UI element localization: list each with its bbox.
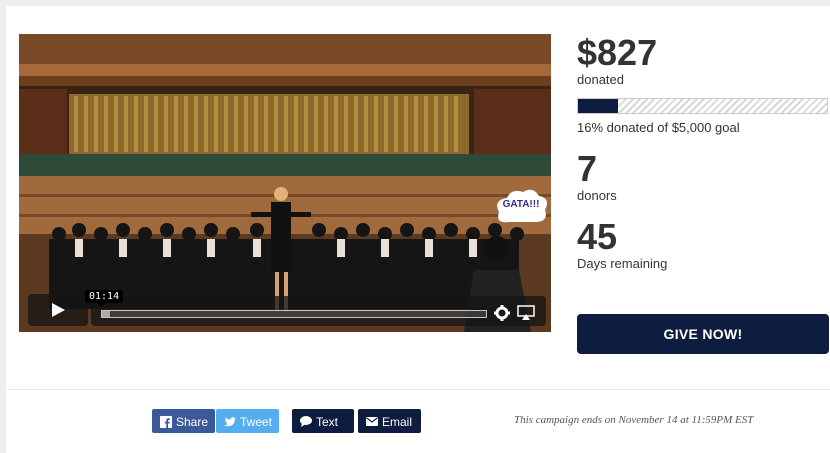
text-share-button[interactable]: Text <box>292 409 354 433</box>
facebook-share-label: Share <box>176 414 209 429</box>
sign-text: GATA!!! <box>502 199 540 210</box>
airplay-icon[interactable] <box>517 305 535 321</box>
amount-donated: $827 <box>577 32 658 73</box>
donor-count: 7 <box>577 148 598 189</box>
days-remaining-count: 45 <box>577 216 618 257</box>
scrubber-played <box>102 311 110 317</box>
days-remaining-label: Days remaining <box>577 256 668 271</box>
facebook-share-button[interactable]: Share <box>152 409 215 433</box>
video-player[interactable]: GATA!!! 01:14 <box>19 34 551 332</box>
goal-progress-bar <box>577 98 828 114</box>
play-button[interactable] <box>28 294 88 326</box>
campaign-card: GATA!!! 01:14 $827 donated 16% donated o… <box>6 6 830 453</box>
goal-text: 16% donated of $5,000 goal <box>577 120 740 135</box>
video-controls: 01:14 <box>19 290 551 332</box>
video-scrubber[interactable] <box>101 310 487 318</box>
text-share-label: Text <box>316 414 339 429</box>
facebook-icon <box>160 415 172 428</box>
email-share-button[interactable]: Email <box>358 409 421 433</box>
goal-progress-fill <box>578 99 618 113</box>
twitter-tweet-label: Tweet <box>240 414 273 429</box>
play-icon <box>52 303 65 317</box>
speech-bubble-icon <box>300 416 312 428</box>
campaign-stats: $827 donated 16% donated of $5,000 goal … <box>577 34 829 272</box>
divider <box>6 389 830 390</box>
envelope-icon <box>366 417 378 427</box>
twitter-tweet-button[interactable]: Tweet <box>216 409 279 433</box>
video-frame <box>19 34 551 332</box>
email-share-label: Email <box>382 414 413 429</box>
timecode-tooltip: 01:14 <box>85 290 124 307</box>
campaign-end-notice: This campaign ends on November 14 at 11:… <box>514 414 754 426</box>
give-now-button[interactable]: GIVE NOW! <box>577 314 829 354</box>
gear-icon[interactable] <box>494 305 510 321</box>
donors-label: donors <box>577 188 617 203</box>
amount-label: donated <box>577 72 624 87</box>
twitter-bird-icon <box>224 417 236 427</box>
